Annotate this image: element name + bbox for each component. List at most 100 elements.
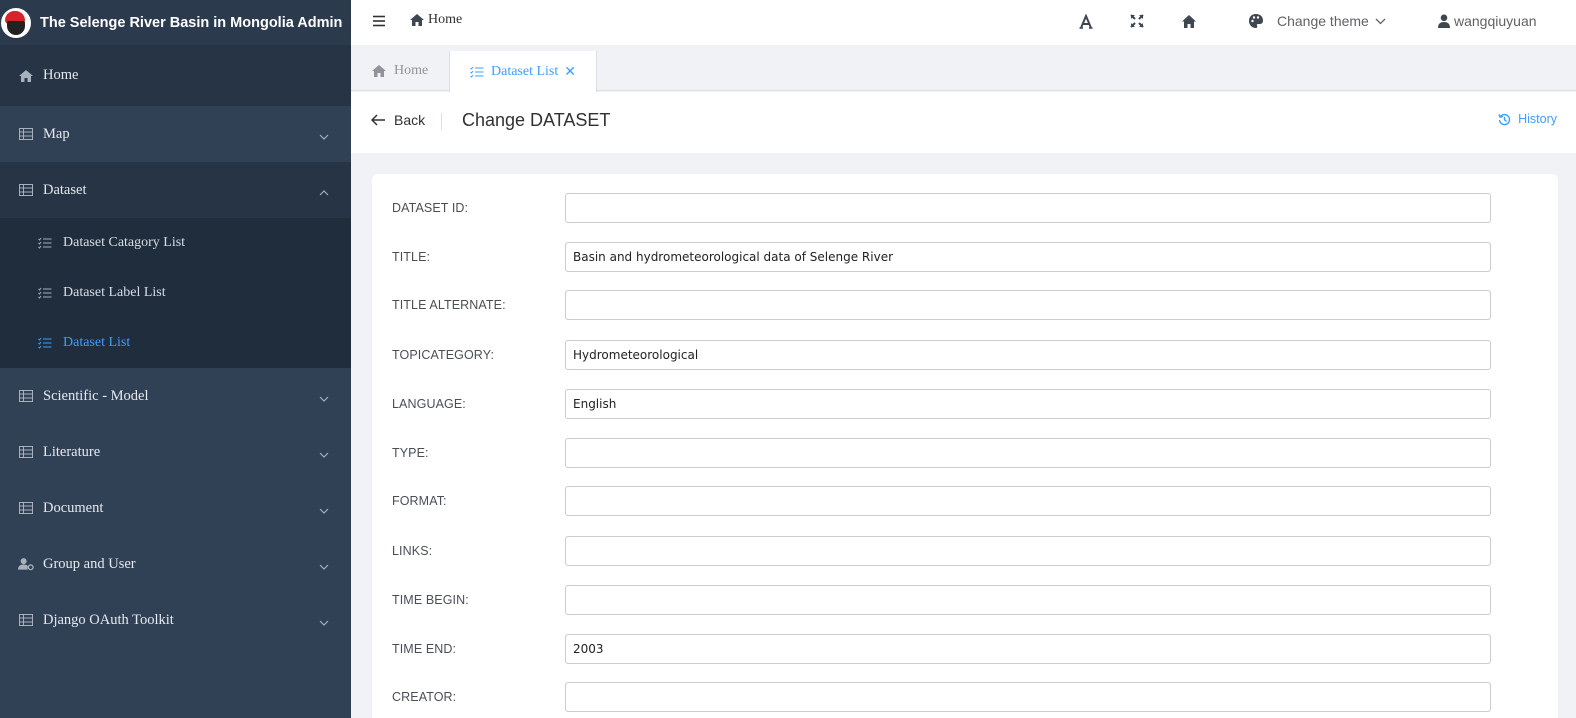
title-alternate-field[interactable] — [565, 290, 1491, 320]
chevron-down-icon — [319, 558, 329, 575]
table-icon — [18, 500, 34, 516]
sidebar-item-document[interactable]: Document — [0, 480, 351, 536]
change-theme-label: Change theme — [1277, 13, 1369, 29]
title-field[interactable] — [565, 242, 1491, 272]
form-row-language: LANGUAGE: — [372, 389, 1558, 419]
language-field[interactable] — [565, 389, 1491, 419]
sidebar-item-label: Django OAuth Toolkit — [43, 611, 174, 628]
field-label: TIME BEGIN: — [392, 593, 469, 607]
sidebar-item-label: Dataset List — [63, 335, 131, 350]
chevron-down-icon — [319, 614, 329, 631]
divider — [441, 113, 442, 130]
sidebar-item-django-oauth-toolkit[interactable]: Django OAuth Toolkit — [0, 592, 351, 648]
form-row-creator: CREATOR: — [372, 682, 1558, 712]
tab-home[interactable]: Home — [351, 51, 448, 91]
form-row-format: FORMAT: — [372, 486, 1558, 516]
fullscreen-icon[interactable] — [1130, 14, 1144, 28]
page-title: Change DATASET — [462, 110, 611, 130]
tab-label: Dataset List — [491, 63, 559, 79]
history-icon — [1498, 113, 1511, 126]
creator-field[interactable] — [565, 682, 1491, 712]
page-header: Back Change DATASET History — [351, 92, 1576, 153]
history-link[interactable]: History — [1498, 112, 1557, 126]
format-field[interactable] — [565, 486, 1491, 516]
list-check-icon — [38, 336, 52, 350]
dataset-form: DATASET ID: TITLE: TITLE ALTERNATE: TOPI… — [372, 174, 1558, 718]
sidebar-item-label: Dataset Label List — [63, 285, 166, 300]
brand[interactable]: The Selenge River Basin in Mongolia Admi… — [0, 0, 351, 45]
sidebar-item-dataset-list[interactable]: Dataset List — [0, 318, 351, 368]
table-icon — [18, 182, 34, 198]
app-title: The Selenge River Basin in Mongolia Admi… — [40, 14, 343, 31]
list-check-icon — [470, 66, 484, 78]
form-row-dataset-id: DATASET ID: — [372, 193, 1558, 223]
dataset-id-field[interactable] — [565, 193, 1491, 223]
form-row-links: LINKS: — [372, 536, 1558, 566]
hamburger-icon[interactable] — [372, 14, 386, 33]
chevron-down-icon — [319, 128, 329, 145]
home-icon[interactable] — [1181, 14, 1197, 29]
chevron-down-icon — [319, 502, 329, 519]
sidebar-item-dataset-catagory-list[interactable]: Dataset Catagory List — [0, 218, 351, 268]
arrow-left-icon — [371, 114, 386, 126]
sidebar-item-map[interactable]: Map — [0, 106, 351, 162]
user-menu[interactable]: wangqiuyuan — [1438, 13, 1537, 29]
sidebar-item-label: Home — [43, 67, 79, 83]
palette-icon — [1248, 13, 1264, 29]
chevron-down-icon — [319, 390, 329, 407]
form-row-topicategory: TOPICATEGORY: — [372, 340, 1558, 370]
chevron-up-icon — [319, 184, 329, 201]
field-label: FORMAT: — [392, 494, 447, 508]
form-row-time-begin: TIME BEGIN: — [372, 585, 1558, 615]
links-field[interactable] — [565, 536, 1491, 566]
table-icon — [18, 444, 34, 460]
form-row-type: TYPE: — [372, 438, 1558, 468]
type-field[interactable] — [565, 438, 1491, 468]
time-end-field[interactable] — [565, 634, 1491, 664]
sidebar-item-label: Scientific - Model — [43, 387, 149, 404]
history-label: History — [1518, 112, 1557, 126]
user-icon — [1438, 14, 1450, 28]
back-label: Back — [394, 112, 426, 128]
sidebar-item-label: Group and User — [43, 555, 136, 572]
field-label: TOPICATEGORY: — [392, 348, 495, 362]
font-size-icon[interactable] — [1079, 14, 1093, 30]
username: wangqiuyuan — [1454, 13, 1537, 29]
form-row-time-end: TIME END: — [372, 634, 1558, 664]
field-label: DATASET ID: — [392, 201, 469, 215]
sidebar-item-scientific-model[interactable]: Scientific - Model — [0, 368, 351, 424]
top-navbar: Home Change theme wangqiuyuan — [351, 0, 1576, 45]
breadcrumb-label: Home — [428, 12, 463, 27]
field-label: TIME END: — [392, 642, 457, 656]
sidebar-item-home[interactable]: Home — [0, 45, 351, 106]
time-begin-field[interactable] — [565, 585, 1491, 615]
user-gear-icon — [18, 556, 34, 572]
sidebar: The Selenge River Basin in Mongolia Admi… — [0, 0, 351, 718]
table-icon — [18, 126, 34, 142]
tab-bar: Home Dataset List ✕ — [351, 51, 1576, 92]
change-theme-dropdown[interactable]: Change theme — [1248, 13, 1386, 29]
sidebar-item-label: Map — [43, 125, 70, 142]
field-label: LANGUAGE: — [392, 397, 466, 411]
tab-label: Home — [394, 63, 429, 78]
house-icon — [18, 68, 34, 84]
table-icon — [18, 612, 34, 628]
breadcrumb[interactable]: Home — [409, 12, 462, 28]
form-row-title-alternate: TITLE ALTERNATE: — [372, 290, 1558, 320]
logo-icon — [1, 7, 31, 38]
field-label: LINKS: — [392, 544, 433, 558]
tab-dataset-list[interactable]: Dataset List ✕ — [449, 51, 597, 92]
house-icon — [371, 64, 387, 78]
sidebar-item-literature[interactable]: Literature — [0, 424, 351, 480]
back-button[interactable]: Back — [371, 112, 425, 128]
sidebar-item-group-and-user[interactable]: Group and User — [0, 536, 351, 592]
topicategory-field[interactable] — [565, 340, 1491, 370]
sidebar-item-dataset-label-list[interactable]: Dataset Label List — [0, 268, 351, 318]
sidebar-item-dataset[interactable]: Dataset — [0, 162, 351, 218]
field-label: TITLE ALTERNATE: — [392, 298, 506, 312]
sidebar-item-label: Literature — [43, 443, 101, 460]
chevron-down-icon — [319, 446, 329, 463]
field-label: TYPE: — [392, 446, 429, 460]
close-icon[interactable]: ✕ — [564, 64, 576, 80]
sidebar-item-label: Document — [43, 499, 104, 516]
